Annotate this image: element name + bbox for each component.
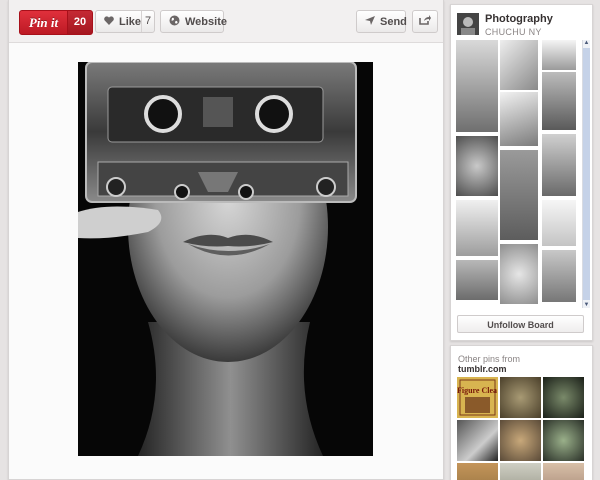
- other-pins-source[interactable]: tumblr.com: [458, 364, 507, 374]
- other-pin-thumb[interactable]: [543, 420, 584, 461]
- pin-it-count: 20: [67, 11, 92, 34]
- board-thumb[interactable]: [542, 134, 576, 196]
- heart-icon: [104, 15, 114, 28]
- like-count: 7: [141, 11, 154, 32]
- other-pin-thumb[interactable]: Figure Clea: [457, 377, 498, 418]
- like-button[interactable]: Like 7: [95, 10, 155, 33]
- board-thumb[interactable]: [542, 250, 576, 302]
- other-pins-panel: Other pins from tumblr.com Figure Clea: [450, 345, 593, 480]
- board-owner[interactable]: CHUCHU NY: [485, 27, 542, 37]
- board-thumb[interactable]: [456, 260, 498, 300]
- pin-panel: Pin it 20 Like 7 Website Send: [8, 0, 444, 480]
- send-arrow-icon: [365, 15, 375, 28]
- board-thumb[interactable]: [456, 200, 498, 256]
- board-title[interactable]: Photography: [485, 13, 553, 25]
- unfollow-board-button[interactable]: Unfollow Board: [457, 315, 584, 333]
- like-label: Like: [119, 15, 142, 28]
- share-button[interactable]: [412, 10, 438, 33]
- board-thumb[interactable]: [542, 40, 576, 70]
- other-pin-thumb[interactable]: [457, 420, 498, 461]
- board-thumb[interactable]: [500, 92, 538, 146]
- other-pins-heading: Other pins from: [458, 354, 521, 364]
- other-pin-thumb[interactable]: [457, 463, 498, 480]
- send-label: Send: [380, 15, 407, 28]
- figure-clea-text: Figure Clea: [457, 386, 497, 395]
- scrollbar-thumb[interactable]: [583, 48, 590, 300]
- pin-it-button[interactable]: Pin it 20: [19, 10, 93, 35]
- board-avatar[interactable]: [457, 13, 479, 35]
- globe-icon: [169, 15, 180, 29]
- scroll-up-arrow-icon[interactable]: ▲: [583, 40, 590, 46]
- other-pin-thumb[interactable]: [543, 463, 584, 480]
- pin-image[interactable]: [78, 62, 373, 456]
- send-button[interactable]: Send: [356, 10, 407, 33]
- other-pin-thumb[interactable]: [500, 420, 541, 461]
- website-label: Website: [185, 15, 227, 28]
- board-thumb[interactable]: [456, 136, 498, 196]
- website-button[interactable]: Website: [160, 10, 227, 33]
- board-thumb[interactable]: [500, 150, 538, 240]
- pin-photo: [78, 62, 373, 456]
- board-thumb[interactable]: [456, 40, 498, 132]
- board-scrollbar[interactable]: ▲ ▼: [582, 40, 590, 308]
- other-pin-thumb[interactable]: [500, 377, 541, 418]
- pin-action-bar: Pin it 20 Like 7 Website Send: [9, 0, 443, 43]
- board-pin-grid: [456, 40, 580, 308]
- pin-it-label: Pin it: [28, 15, 59, 30]
- scroll-down-arrow-icon[interactable]: ▼: [583, 302, 590, 308]
- other-pin-thumb[interactable]: [500, 463, 541, 480]
- share-icon: [419, 15, 431, 28]
- board-thumb[interactable]: [500, 244, 538, 304]
- board-thumb[interactable]: [542, 200, 576, 246]
- board-panel: Photography CHUCHU NY ▲ ▼ Unfollow Board: [450, 4, 593, 341]
- other-pin-thumb[interactable]: [543, 377, 584, 418]
- board-thumb[interactable]: [500, 40, 538, 90]
- board-thumb[interactable]: [542, 72, 576, 130]
